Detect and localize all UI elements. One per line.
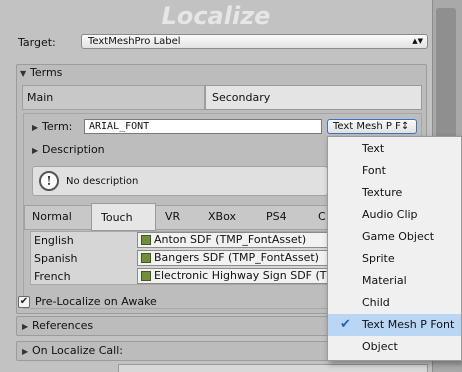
language-name-english: English: [34, 234, 74, 247]
checkmark-icon: ✔: [340, 317, 351, 332]
foldout-closed-icon: ▶: [32, 146, 39, 155]
language-asset-english[interactable]: Anton SDF (TMP_FontAsset): [137, 232, 328, 248]
info-icon: !: [39, 171, 59, 191]
on-localize-foldout[interactable]: ▶ On Localize Call:: [22, 344, 123, 357]
menu-item-material[interactable]: Material: [328, 270, 461, 292]
tab-xbox[interactable]: XBox: [208, 210, 236, 223]
tab-secondary-label: Secondary: [212, 91, 271, 104]
target-label: Target:: [18, 36, 56, 49]
tab-secondary[interactable]: Secondary: [205, 85, 422, 110]
tab-main-label: Main: [27, 91, 54, 104]
asset-label: Bangers SDF (TMP_FontAsset): [154, 251, 319, 264]
foldout-closed-icon: ▶: [22, 347, 29, 356]
terms-foldout[interactable]: ▼ Terms: [20, 66, 62, 79]
language-name-spanish: Spanish: [34, 252, 78, 265]
tab-more[interactable]: C: [318, 210, 326, 223]
menu-item-child[interactable]: Child: [328, 292, 461, 314]
references-label: References: [32, 319, 94, 332]
description-label: Description: [42, 143, 105, 156]
menu-item-object[interactable]: Object: [328, 336, 461, 358]
tab-touch-label: Touch: [101, 211, 133, 224]
tab-vr[interactable]: VR: [165, 210, 180, 223]
term-input[interactable]: ARIAL_FONT: [84, 119, 322, 134]
menu-item-label: Text Mesh P Font: [362, 318, 455, 331]
menu-item-audio-clip[interactable]: Audio Clip: [328, 204, 461, 226]
description-text: No description: [66, 176, 139, 187]
terms-label: Terms: [30, 66, 63, 79]
menu-item-text-mesh-p-font[interactable]: ✔ Text Mesh P Font: [328, 314, 461, 336]
term-type-dropdown[interactable]: Text Mesh P F↕: [327, 119, 417, 134]
on-localize-label: On Localize Call:: [32, 344, 123, 357]
tab-main[interactable]: Main: [22, 85, 205, 110]
tab-ps4[interactable]: PS4: [266, 210, 287, 223]
language-asset-spanish[interactable]: Bangers SDF (TMP_FontAsset): [137, 250, 328, 266]
menu-item-game-object[interactable]: Game Object: [328, 226, 461, 248]
font-asset-icon: [141, 271, 151, 281]
event-list: [118, 364, 428, 372]
menu-item-texture[interactable]: Texture: [328, 182, 461, 204]
language-asset-french[interactable]: Electronic Highway Sign SDF (T: [137, 268, 328, 284]
dropdown-arrows-icon: ▲▼: [412, 37, 423, 45]
foldout-closed-icon: ▶: [32, 123, 39, 132]
tab-normal[interactable]: Normal: [32, 210, 72, 223]
description-foldout[interactable]: ▶ Description: [32, 143, 105, 156]
language-name-french: French: [34, 270, 71, 283]
term-foldout[interactable]: ▶ Term:: [32, 120, 72, 133]
menu-item-sprite[interactable]: Sprite: [328, 248, 461, 270]
foldout-open-icon: ▼: [20, 69, 27, 78]
term-label: Term:: [42, 120, 73, 133]
font-asset-icon: [141, 253, 151, 263]
tab-touch[interactable]: Touch: [91, 203, 156, 231]
pre-localize-checkbox[interactable]: ✔: [18, 296, 30, 308]
component-title: Localize: [161, 2, 271, 30]
pre-localize-label: Pre-Localize on Awake: [35, 295, 157, 308]
type-popup-menu: Text Font Texture Audio Clip Game Object…: [327, 136, 462, 361]
asset-label: Anton SDF (TMP_FontAsset): [154, 233, 307, 246]
references-foldout[interactable]: ▶ References: [22, 319, 93, 332]
asset-label: Electronic Highway Sign SDF (T: [154, 269, 327, 282]
foldout-closed-icon: ▶: [22, 322, 29, 331]
menu-item-font[interactable]: Font: [328, 160, 461, 182]
menu-item-text[interactable]: Text: [328, 138, 461, 160]
target-dropdown[interactable]: TextMeshPro Label ▲▼: [81, 34, 428, 49]
target-value: TextMeshPro Label: [88, 36, 181, 47]
font-asset-icon: [141, 235, 151, 245]
